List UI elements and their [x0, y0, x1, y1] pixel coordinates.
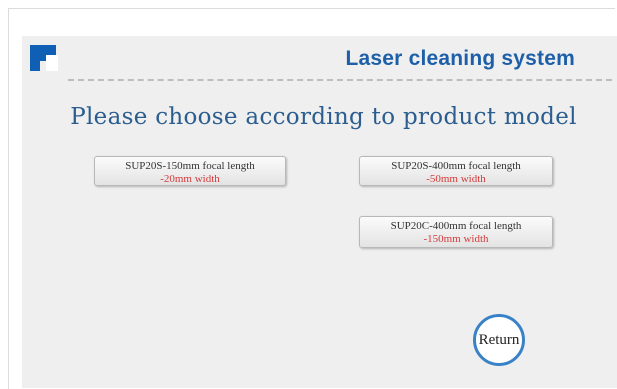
model-button-width: -20mm width — [160, 173, 220, 185]
model-button-label: SUP20S-400mm focal length — [391, 160, 521, 172]
model-button-sup20s-400[interactable]: SUP20S-400mm focal length -50mm width — [359, 156, 553, 186]
brand-logo — [30, 45, 58, 73]
model-button-width: -150mm width — [423, 233, 489, 245]
return-button[interactable]: Return — [473, 314, 525, 366]
model-button-label: SUP20C-400mm focal length — [390, 220, 522, 232]
model-button-sup20c-400[interactable]: SUP20C-400mm focal length -150mm width — [359, 216, 553, 248]
screen-panel — [22, 36, 617, 388]
model-button-label: SUP20S-150mm focal length — [125, 160, 255, 172]
system-title: Laser cleaning system — [345, 47, 575, 70]
model-button-sup20s-150[interactable]: SUP20S-150mm focal length -20mm width — [94, 156, 286, 186]
header-divider — [68, 79, 612, 81]
page-prompt: Please choose according to product model — [70, 104, 577, 130]
model-button-width: -50mm width — [426, 173, 486, 185]
